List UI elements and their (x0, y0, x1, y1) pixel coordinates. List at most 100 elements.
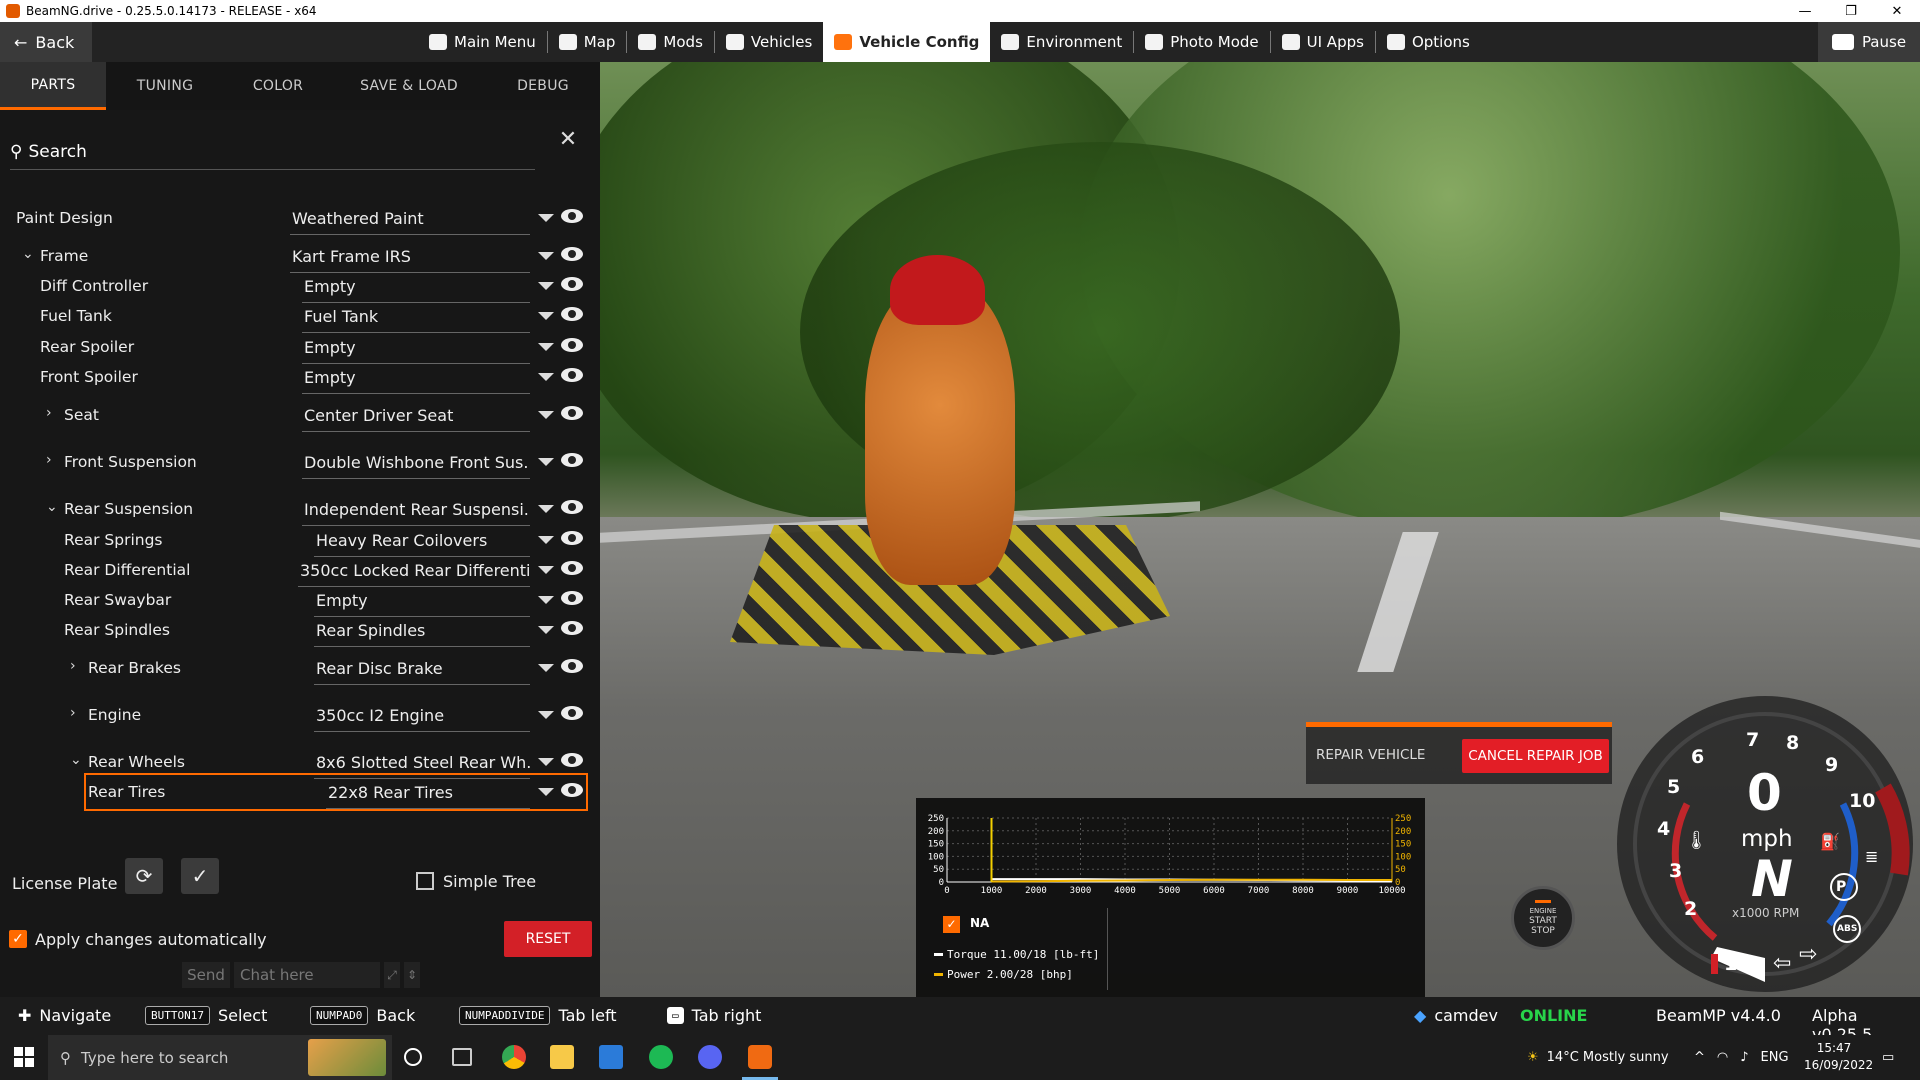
pause-button[interactable]: Pause (1818, 22, 1920, 62)
dropdown-arrow-icon[interactable] (538, 788, 554, 796)
eye-icon[interactable] (561, 277, 583, 291)
apply-auto-checkbox[interactable]: ✓ (9, 930, 27, 948)
part-row[interactable]: Rear Differential 350cc Locked Rear Diffe… (0, 557, 600, 587)
part-select[interactable]: Center Driver Seat (302, 406, 530, 432)
chat-send-button[interactable]: Send (182, 962, 230, 988)
part-select[interactable]: Empty (302, 368, 530, 394)
dropdown-arrow-icon[interactable] (538, 214, 554, 222)
store-icon[interactable] (599, 1045, 623, 1069)
discord-icon[interactable] (698, 1045, 722, 1069)
part-select[interactable]: Empty (302, 277, 530, 303)
dropdown-arrow-icon[interactable] (538, 664, 554, 672)
dropdown-arrow-icon[interactable] (538, 343, 554, 351)
dropdown-arrow-icon[interactable] (538, 373, 554, 381)
eye-icon[interactable] (561, 531, 583, 545)
menu-environment[interactable]: Environment (990, 22, 1133, 62)
part-row[interactable]: Rear Swaybar Empty (0, 587, 600, 617)
eye-icon[interactable] (561, 453, 583, 467)
menu-vehicles[interactable]: Vehicles (715, 22, 823, 62)
dropdown-arrow-icon[interactable] (538, 252, 554, 260)
tab-tuning[interactable]: TUNING (106, 62, 224, 110)
eye-icon[interactable] (561, 406, 583, 420)
dropdown-arrow-icon[interactable] (538, 596, 554, 604)
part-select[interactable]: Independent Rear Suspensi... (302, 500, 530, 526)
windows-start-button[interactable] (14, 1047, 34, 1067)
part-select[interactable]: Weathered Paint (290, 209, 530, 235)
part-select[interactable]: 350cc Locked Rear Differential (298, 561, 530, 587)
dropdown-arrow-icon[interactable] (538, 505, 554, 513)
menu-vehicle-config[interactable]: Vehicle Config (823, 22, 991, 62)
dropdown-arrow-icon[interactable] (538, 566, 554, 574)
part-select[interactable]: 22x8 Rear Tires (326, 783, 530, 809)
part-select[interactable]: Rear Disc Brake (314, 659, 530, 685)
chat-resize-icon[interactable]: ⇕ (404, 962, 420, 988)
repair-vehicle-button[interactable]: REPAIR VEHICLE (1316, 747, 1425, 763)
taskbar-search[interactable]: ⚲ Type here to search (48, 1035, 392, 1080)
back-button[interactable]: ← Back (0, 22, 92, 62)
eye-icon[interactable] (561, 753, 583, 767)
chevron-right-icon[interactable]: › (70, 705, 76, 721)
chevron-down-icon[interactable]: ⌄ (22, 246, 34, 262)
part-select[interactable]: Rear Spindles (314, 621, 530, 647)
part-row[interactable]: › Rear Brakes Rear Disc Brake (0, 655, 600, 685)
refresh-plate-button[interactable]: ⟳ (125, 858, 163, 894)
eye-icon[interactable] (561, 368, 583, 382)
menu-main-menu[interactable]: Main Menu (418, 22, 547, 62)
menu-ui-apps[interactable]: UI Apps (1271, 22, 1375, 62)
engine-start-stop-button[interactable]: ENGINE START STOP (1511, 886, 1575, 950)
eye-icon[interactable] (561, 307, 583, 321)
chrome-icon[interactable] (502, 1045, 526, 1069)
dropdown-arrow-icon[interactable] (538, 312, 554, 320)
chat-input[interactable]: Chat here (234, 962, 380, 988)
tray-chevron-icon[interactable]: ^ (1694, 1050, 1705, 1065)
menu-map[interactable]: Map (548, 22, 627, 62)
spotify-icon[interactable] (649, 1045, 673, 1069)
simple-tree-checkbox[interactable] (416, 872, 434, 890)
part-select[interactable]: Double Wishbone Front Sus... (302, 453, 530, 479)
dropdown-arrow-icon[interactable] (538, 282, 554, 290)
part-row[interactable]: ⌄ Rear Suspension Independent Rear Suspens… (0, 496, 600, 526)
task-view-icon[interactable] (452, 1048, 472, 1066)
dropdown-arrow-icon[interactable] (538, 758, 554, 766)
part-row[interactable]: › Front Suspension Double Wishbone Front S… (0, 449, 600, 479)
chevron-right-icon[interactable]: › (46, 452, 52, 468)
menu-options[interactable]: Options (1376, 22, 1481, 62)
cancel-repair-button[interactable]: CANCEL REPAIR JOB (1462, 739, 1609, 773)
chevron-right-icon[interactable]: › (70, 658, 76, 674)
part-select[interactable]: Empty (302, 338, 530, 364)
part-row[interactable]: Rear Springs Heavy Rear Coilovers (0, 527, 600, 557)
chevron-down-icon[interactable]: ⌄ (46, 499, 58, 515)
dropdown-arrow-icon[interactable] (538, 711, 554, 719)
dropdown-arrow-icon[interactable] (538, 411, 554, 419)
beamng-taskbar-icon[interactable] (742, 1045, 778, 1080)
clear-search-button[interactable]: ✕ (556, 128, 580, 152)
na-checkbox[interactable]: ✓ (943, 916, 960, 933)
part-select[interactable]: Empty (314, 591, 530, 617)
chevron-right-icon[interactable]: › (46, 405, 52, 421)
language-indicator[interactable]: ENG (1761, 1050, 1789, 1065)
maximize-button[interactable]: ❐ (1828, 0, 1874, 22)
taskbar-clock[interactable]: 15:47 16/09/2022 (1804, 1040, 1873, 1074)
file-explorer-icon[interactable] (550, 1045, 574, 1069)
part-select[interactable]: Heavy Rear Coilovers (314, 531, 530, 557)
chevron-down-icon[interactable]: ⌄ (70, 752, 82, 768)
part-row[interactable]: Rear Spoiler Empty (0, 334, 600, 364)
eye-icon[interactable] (561, 500, 583, 514)
part-row[interactable]: Rear Spindles Rear Spindles (0, 617, 600, 647)
eye-icon[interactable] (561, 561, 583, 575)
eye-icon[interactable] (561, 591, 583, 605)
eye-icon[interactable] (561, 659, 583, 673)
menu-mods[interactable]: Mods (627, 22, 713, 62)
tab-save-load[interactable]: SAVE & LOAD (332, 62, 486, 110)
eye-icon[interactable] (561, 338, 583, 352)
weather-widget[interactable]: ☀ 14°C Mostly sunny (1527, 1035, 1669, 1080)
tab-parts[interactable]: PARTS (0, 62, 106, 110)
part-row[interactable]: Front Spoiler Empty (0, 364, 600, 394)
part-row[interactable]: Paint Design Weathered Paint (0, 205, 600, 235)
tab-color[interactable]: COLOR (224, 62, 332, 110)
tab-debug[interactable]: DEBUG (486, 62, 600, 110)
apply-plate-button[interactable]: ✓ (181, 858, 219, 894)
part-select[interactable]: Fuel Tank (302, 307, 530, 333)
part-row[interactable]: › Seat Center Driver Seat (0, 402, 600, 432)
part-row[interactable]: ⌄ Frame Kart Frame IRS (0, 243, 600, 273)
